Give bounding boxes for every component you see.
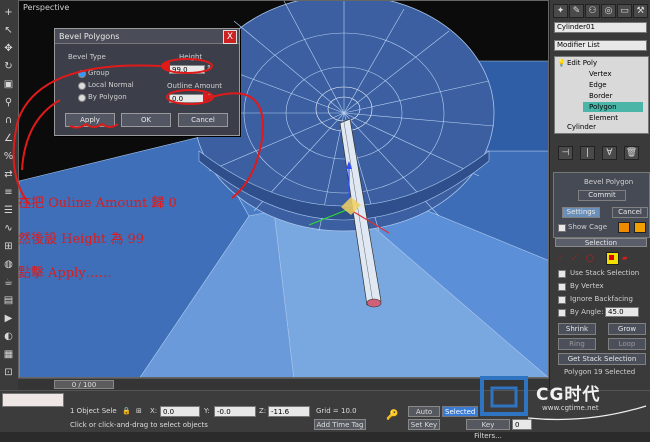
object-name-field[interactable]: Cylinder01 — [554, 22, 647, 33]
border-subobject-icon[interactable]: ◯ — [586, 254, 594, 262]
polygon-subobject-icon[interactable] — [606, 252, 619, 265]
motion-tab-icon[interactable]: ◎ — [601, 4, 616, 18]
bevel-section-title: Bevel Polygon — [584, 178, 634, 186]
x-coordinate-field[interactable]: 0.0 — [160, 406, 200, 417]
z-coordinate-field[interactable]: -11.6 — [268, 406, 310, 417]
time-slider[interactable]: 0 / 100 — [54, 380, 114, 389]
modify-tab-icon[interactable]: ✎ — [569, 4, 584, 18]
by-vertex-checkbox[interactable] — [558, 283, 566, 291]
lock-selection-icon[interactable]: 🔒 — [122, 406, 131, 417]
stack-item-polygon[interactable]: Polygon — [589, 103, 617, 111]
stack-item-edge[interactable]: Edge — [589, 81, 607, 89]
selection-info: 1 Object Sele — [70, 407, 117, 415]
by-angle-label: By Angle: — [570, 308, 604, 316]
watermark: CG时代 www.cgtime.net — [478, 376, 650, 431]
bulb-icon[interactable]: 💡 — [557, 59, 566, 67]
show-cage-label: Show Cage — [568, 223, 608, 231]
set-key-button[interactable]: Set Key — [408, 419, 440, 430]
element-subobject-icon[interactable]: ▰ — [622, 254, 627, 262]
remove-modifier-icon[interactable]: 🗑 — [624, 146, 639, 160]
vertex-subobject-icon[interactable]: ∴ — [558, 254, 562, 262]
x-label: X: — [150, 407, 158, 415]
maxscript-listener[interactable] — [2, 393, 64, 407]
by-angle-field[interactable]: 45.0 — [605, 307, 639, 317]
stack-item-cylinder[interactable]: Cylinder — [567, 123, 596, 131]
watermark-site: www.cgtime.net — [542, 404, 599, 412]
stack-item-border[interactable]: Border — [589, 92, 612, 100]
grid-size: Grid = 10.0 — [316, 407, 357, 415]
make-unique-icon[interactable]: ∀ — [602, 146, 617, 160]
stack-item-vertex[interactable]: Vertex — [589, 70, 612, 78]
hierarchy-tab-icon[interactable]: ⚇ — [585, 4, 600, 18]
cage-color-swatch-1[interactable] — [618, 222, 630, 233]
use-stack-selection-checkbox[interactable] — [558, 270, 566, 278]
absolute-mode-icon[interactable]: ⊞ — [136, 406, 142, 417]
grow-button[interactable]: Grow — [608, 323, 646, 335]
by-vertex-label: By Vertex — [570, 282, 604, 290]
show-cage-checkbox[interactable] — [558, 224, 566, 232]
display-tab-icon[interactable]: ▭ — [617, 4, 632, 18]
by-angle-checkbox[interactable] — [558, 309, 566, 317]
settings-button[interactable]: Settings — [562, 207, 600, 218]
bevel-cancel-button[interactable]: Cancel — [612, 207, 648, 218]
shrink-button[interactable]: Shrink — [558, 323, 596, 335]
annotation-line-2: 然後設 Height 為 99 — [18, 232, 145, 247]
command-panel: ✦ ✎ ⚇ ◎ ▭ ⚒ Cylinder01 Modifier List 💡 E… — [549, 0, 650, 390]
add-time-tag-button[interactable]: Add Time Tag — [314, 419, 366, 430]
edge-subobject-icon[interactable]: ⟋ — [572, 254, 577, 263]
ring-button[interactable]: Ring — [558, 338, 596, 350]
prompt-line: Click or click-and-drag to select object… — [70, 421, 208, 429]
loop-button[interactable]: Loop — [608, 338, 646, 350]
pin-stack-icon[interactable]: ⊣ — [558, 146, 573, 160]
z-label: Z: — [259, 407, 267, 415]
commit-button[interactable]: Commit — [578, 190, 626, 201]
stack-item-edit-poly[interactable]: Edit Poly — [567, 59, 597, 67]
modifier-list-dropdown[interactable]: Modifier List — [554, 40, 647, 51]
y-coordinate-field[interactable]: -0.0 — [214, 406, 256, 417]
show-end-result-icon[interactable]: | — [580, 146, 595, 160]
ignore-backfacing-label: Ignore Backfacing — [570, 295, 633, 303]
auto-key-button[interactable]: Auto Key — [408, 406, 440, 427]
ignore-backfacing-checkbox[interactable] — [558, 296, 566, 304]
selection-status: Polygon 19 Selected — [564, 368, 636, 376]
create-tab-icon[interactable]: ✦ — [553, 4, 568, 18]
annotation-line-1: 在把 Ouline Amount 歸 0 — [18, 196, 177, 211]
selected-dropdown[interactable]: Selected — [442, 406, 478, 417]
stack-item-element[interactable]: Element — [589, 114, 618, 122]
use-stack-selection-label: Use Stack Selection — [570, 269, 640, 277]
utilities-tab-icon[interactable]: ⚒ — [633, 4, 648, 18]
cage-color-swatch-2[interactable] — [634, 222, 646, 233]
selection-rollout-header[interactable]: Selection — [555, 238, 647, 247]
get-stack-selection-button[interactable]: Get Stack Selection — [558, 353, 646, 365]
y-label: Y: — [204, 407, 210, 415]
watermark-brand: CG时代 — [536, 385, 601, 405]
key-icon[interactable]: 🔑 — [386, 410, 398, 421]
annotation-line-3: 點擊 Apply…… — [18, 266, 112, 281]
modifier-stack: 💡 Edit Poly Vertex Edge Border Polygon E… — [554, 56, 649, 134]
bevel-polygon-panel: Bevel Polygon Commit Settings Cancel Sho… — [553, 172, 650, 238]
